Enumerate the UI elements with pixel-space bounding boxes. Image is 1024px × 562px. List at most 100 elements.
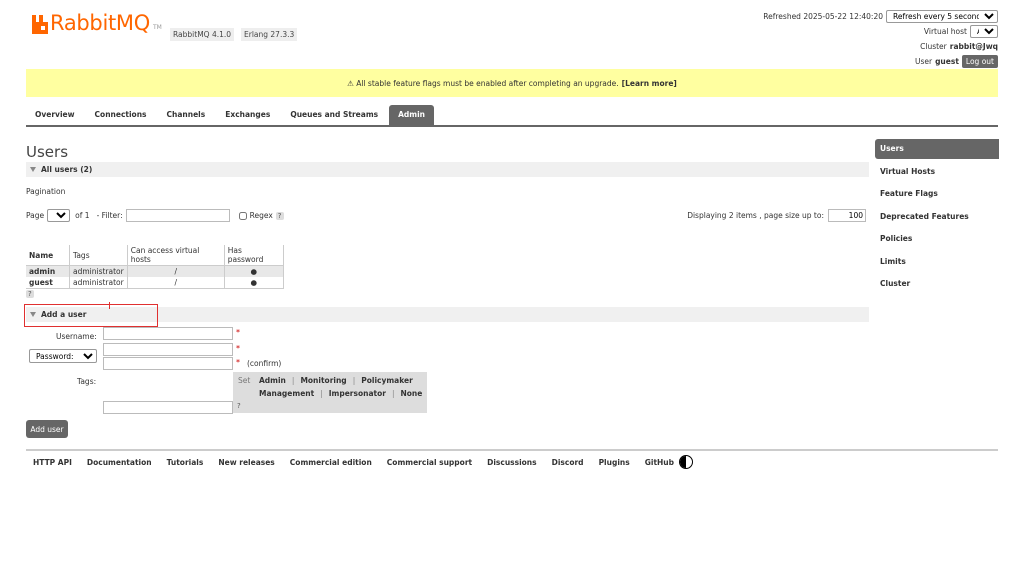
sidebar-item-virtual-hosts[interactable]: Virtual Hosts	[875, 162, 999, 182]
cluster-name: rabbit@Jwq	[949, 42, 998, 51]
displaying-text: Displaying 2 items , page size up to:	[687, 211, 824, 220]
footer-link-http-api[interactable]: HTTP API	[33, 458, 72, 467]
tag-option-impersonator[interactable]: Impersonator	[329, 389, 386, 398]
user-name-link[interactable]: guest	[26, 277, 70, 289]
sidebar-item-deprecated-features[interactable]: Deprecated Features	[875, 207, 999, 227]
tags-input[interactable]	[103, 401, 233, 414]
sidebar-item-policies[interactable]: Policies	[875, 229, 999, 249]
page-count: of 1	[75, 211, 90, 220]
password-input[interactable]	[103, 343, 233, 356]
user-name-link[interactable]: admin	[26, 265, 70, 277]
sidebar-item-users[interactable]: Users	[875, 139, 999, 159]
regex-checkbox[interactable]	[238, 211, 247, 220]
password-required-mark: *	[236, 344, 240, 353]
footer-link-plugins[interactable]: Plugins	[599, 458, 630, 467]
cluster-label: Cluster	[920, 42, 947, 51]
footer-link-commercial-support[interactable]: Commercial support	[387, 458, 472, 467]
username-input[interactable]	[103, 327, 233, 340]
user-vhosts: /	[127, 277, 225, 289]
regex-help-button[interactable]: ?	[275, 211, 284, 220]
user-label: User	[914, 57, 933, 66]
tab-queues-and-streams[interactable]: Queues and Streams	[281, 105, 387, 125]
main-nav-tabs: Overview Connections Channels Exchanges …	[26, 105, 998, 127]
table-help-button[interactable]: ?	[26, 290, 34, 298]
tag-separator: |	[320, 389, 323, 398]
footer-link-new-releases[interactable]: New releases	[218, 458, 274, 467]
sidebar-item-limits[interactable]: Limits	[875, 252, 999, 272]
tag-option-none[interactable]: None	[401, 389, 423, 398]
logout-button[interactable]: Log out	[961, 55, 998, 68]
username-label: Username:	[56, 332, 97, 341]
add-user-button[interactable]: Add user	[26, 420, 68, 438]
tags-help-button[interactable]: ?	[235, 402, 243, 410]
confirm-required-mark: *	[236, 358, 240, 367]
tag-options-row-2: Management | Impersonator | None	[259, 389, 422, 398]
user-has-password: ●	[224, 265, 284, 277]
user-has-password: ●	[224, 277, 284, 289]
footer-link-documentation[interactable]: Documentation	[87, 458, 152, 467]
page-title: Users	[26, 143, 69, 161]
filter-label: - Filter:	[96, 211, 123, 220]
password-type-select[interactable]: Password:	[29, 349, 97, 363]
tag-option-management[interactable]: Management	[259, 389, 314, 398]
brand-name: RabbitMQ	[50, 11, 150, 35]
tab-overview[interactable]: Overview	[26, 105, 84, 125]
user-vhosts: /	[127, 265, 225, 277]
column-header-has-password[interactable]: Has password	[224, 245, 284, 266]
contrast-toggle-icon[interactable]	[679, 455, 694, 469]
tag-separator: |	[291, 376, 295, 385]
tag-separator: |	[352, 376, 356, 385]
brand-tm: TM	[152, 24, 162, 31]
header-status: Refreshed 2025-05-22 12:40:20 Refresh ev…	[763, 9, 998, 69]
page-select[interactable]: 1	[47, 209, 71, 222]
tab-exchanges[interactable]: Exchanges	[216, 105, 279, 125]
collapse-triangle-icon	[30, 167, 36, 172]
rabbitmq-logo[interactable]: RabbitMQ TM	[32, 13, 162, 34]
learn-more-link[interactable]: [Learn more]	[622, 79, 677, 88]
tags-label: Tags:	[77, 377, 97, 386]
tab-connections[interactable]: Connections	[86, 105, 156, 125]
tag-option-admin[interactable]: Admin	[259, 376, 286, 385]
tag-options-row-1: Admin | Monitoring | Policymaker	[259, 376, 413, 385]
tag-separator: |	[391, 389, 395, 398]
column-header-vhosts[interactable]: Can access virtual hosts	[127, 245, 225, 266]
footer-link-commercial-edition[interactable]: Commercial edition	[290, 458, 372, 467]
username-required-mark: *	[236, 328, 240, 337]
sidebar-item-cluster[interactable]: Cluster	[875, 274, 999, 294]
footer-links: HTTP API Documentation Tutorials New rel…	[26, 449, 998, 473]
vhost-select[interactable]: All	[970, 25, 998, 38]
rabbit-logo-icon	[32, 15, 48, 34]
column-header-name[interactable]: Name	[26, 245, 70, 266]
banner-text: ⚠ All stable feature flags must be enabl…	[347, 78, 619, 88]
footer-link-discussions[interactable]: Discussions	[487, 458, 537, 467]
all-users-heading: All users (2)	[41, 165, 93, 174]
footer-link-tutorials[interactable]: Tutorials	[167, 458, 204, 467]
admin-sidebar: Users Virtual Hosts Feature Flags Deprec…	[875, 139, 999, 297]
page-label: Page	[26, 211, 45, 220]
tag-option-monitoring[interactable]: Monitoring	[300, 376, 346, 385]
footer-link-github[interactable]: GitHub	[645, 458, 674, 467]
column-header-tags[interactable]: Tags	[69, 245, 128, 266]
refreshed-time: Refreshed 2025-05-22 12:40:20	[763, 12, 883, 21]
users-table: Name Tags Can access virtual hosts Has p…	[26, 245, 284, 289]
tab-channels[interactable]: Channels	[158, 105, 215, 125]
user-tags: administrator	[69, 277, 128, 289]
password-confirm-input[interactable]	[103, 357, 233, 370]
sidebar-item-feature-flags[interactable]: Feature Flags	[875, 184, 999, 204]
table-row[interactable]: guest administrator / ●	[26, 277, 284, 289]
tab-admin[interactable]: Admin	[389, 105, 435, 125]
upgrade-banner: ⚠ All stable feature flags must be enabl…	[26, 69, 998, 97]
page-size-controls: Displaying 2 items , page size up to:	[687, 209, 866, 222]
tag-option-policymaker[interactable]: Policymaker	[361, 376, 413, 385]
current-user: guest	[935, 57, 959, 66]
refresh-interval-select[interactable]: Refresh every 5 seconds	[886, 10, 998, 23]
filter-input[interactable]	[125, 209, 230, 222]
tag-presets-box: Set Admin | Monitoring | Policymaker Man…	[233, 372, 427, 413]
table-row[interactable]: admin administrator / ●	[26, 265, 284, 277]
pagination-controls: Page 1 of 1 - Filter: Regex ?	[26, 209, 284, 222]
text-cursor-marker	[109, 302, 110, 309]
all-users-section-header[interactable]: All users (2)	[26, 162, 869, 177]
set-label: Set	[238, 376, 251, 385]
footer-link-discord[interactable]: Discord	[552, 458, 584, 467]
page-size-input[interactable]	[828, 209, 866, 222]
